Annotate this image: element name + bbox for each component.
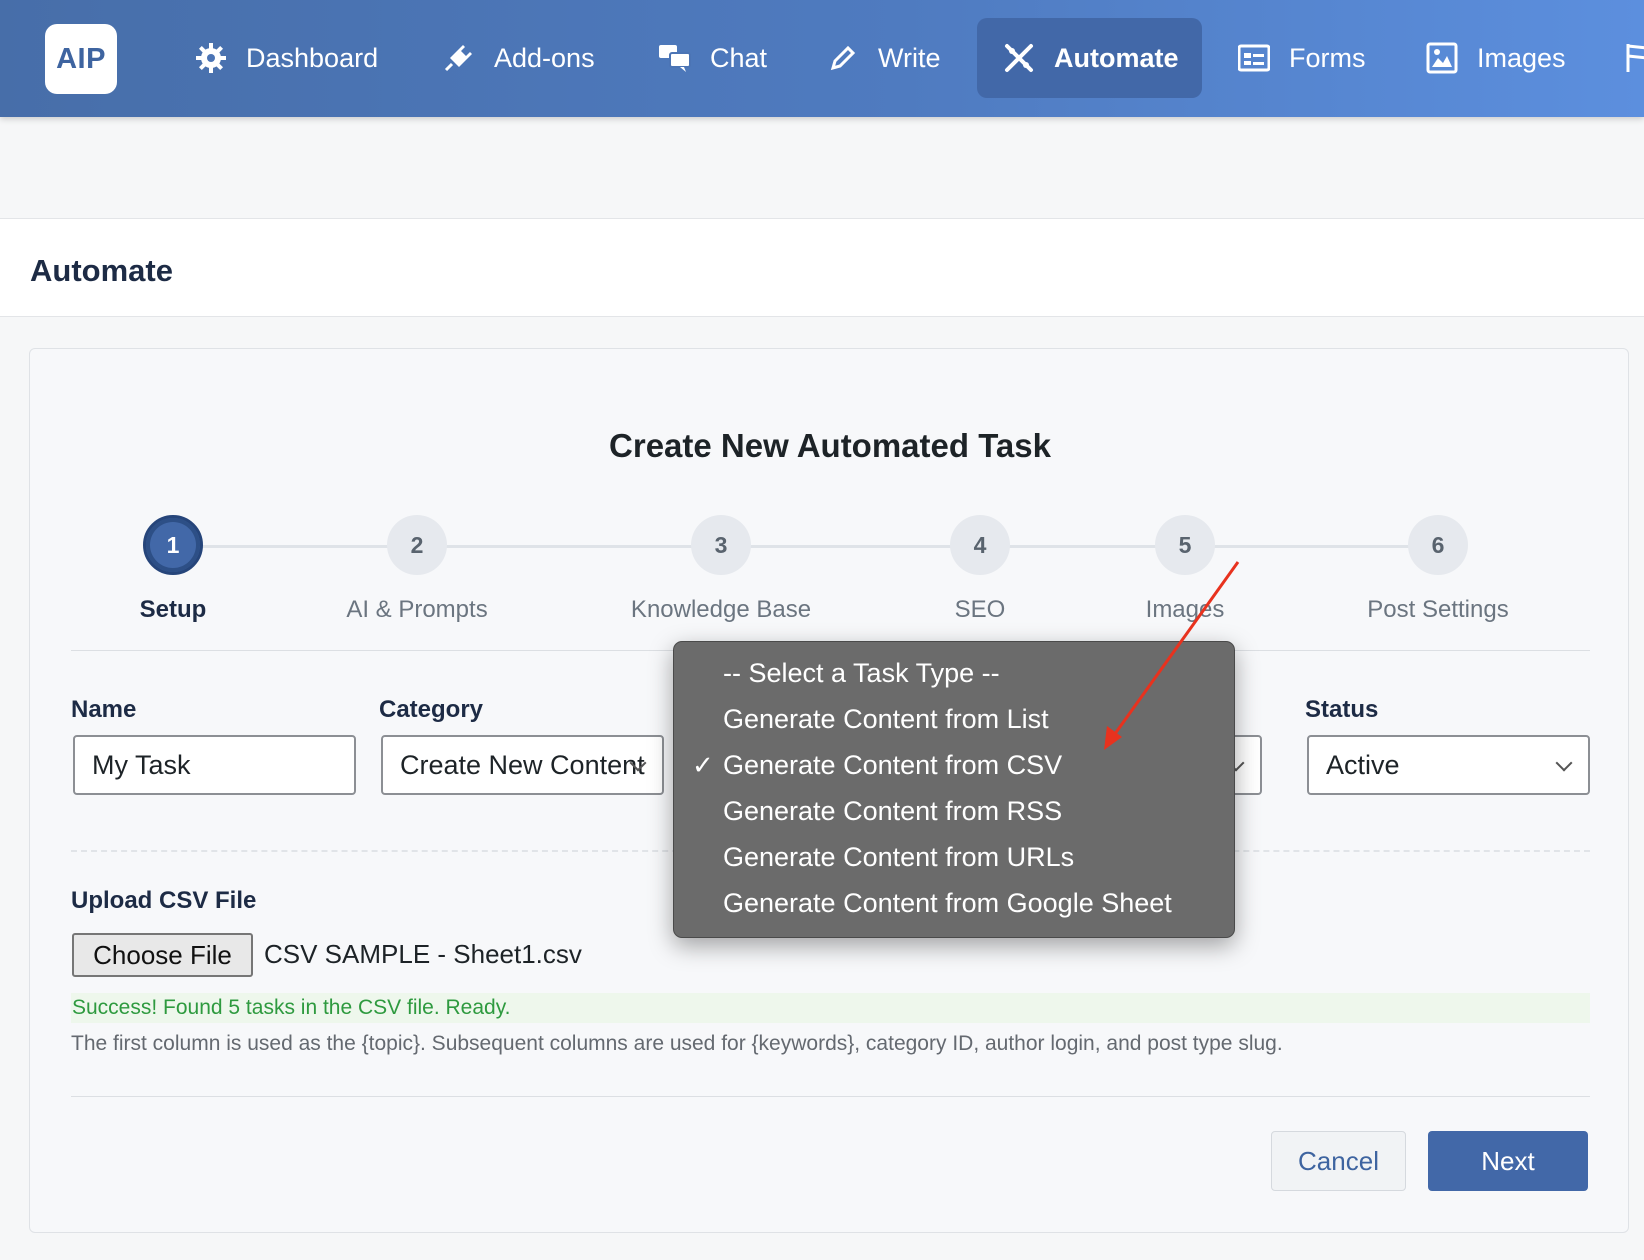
- csv-help-text: The first column is used as the {topic}.…: [71, 1032, 1283, 1055]
- step-6-circle[interactable]: 6: [1408, 515, 1468, 575]
- nav-item-dashboard[interactable]: Dashboard: [194, 18, 378, 98]
- wizard-title: Create New Automated Task: [609, 427, 1051, 464]
- nav-label: Add-ons: [494, 42, 595, 73]
- nav-label: Chat: [710, 42, 768, 73]
- form-icon: [1237, 41, 1271, 75]
- status-value: Active: [1326, 749, 1400, 780]
- nav-label: Write: [878, 42, 941, 73]
- step-1-label: Setup: [139, 596, 207, 623]
- page-header: Automate: [0, 218, 1644, 317]
- nav-item-forms[interactable]: Forms: [1237, 18, 1366, 98]
- step-4-label: SEO: [954, 596, 1006, 623]
- step-5-label: Images: [1145, 596, 1225, 623]
- dropdown-option-rss[interactable]: Generate Content from RSS: [723, 796, 1062, 827]
- nav-item-automate[interactable]: Automate: [977, 18, 1202, 98]
- nav-item-chat[interactable]: Chat: [658, 18, 767, 98]
- cancel-button[interactable]: Cancel: [1271, 1131, 1406, 1191]
- name-input[interactable]: My Task: [73, 735, 356, 795]
- step-6-label: Post Settings: [1367, 596, 1509, 623]
- next-button[interactable]: Next: [1428, 1131, 1588, 1191]
- nav-label: Forms: [1289, 42, 1366, 73]
- dropdown-option-csv[interactable]: Generate Content from CSV: [723, 750, 1062, 781]
- pencil-icon: [826, 41, 860, 75]
- check-icon: ✓: [692, 750, 714, 780]
- task-type-dropdown: -- Select a Task Type -- Generate Conten…: [673, 641, 1235, 938]
- flag-icon: [1620, 41, 1644, 75]
- nav-item-write[interactable]: Write: [826, 18, 941, 98]
- upload-label: Upload CSV File: [71, 887, 257, 914]
- chat-icon: [658, 41, 692, 75]
- page-title: Automate: [30, 253, 173, 288]
- name-label: Name: [71, 696, 137, 723]
- step-2-circle[interactable]: 2: [387, 515, 447, 575]
- dropdown-option-list[interactable]: Generate Content from List: [723, 704, 1049, 735]
- selected-file-name: CSV SAMPLE - Sheet1.csv: [264, 939, 582, 969]
- chevron-down-icon: [1555, 754, 1573, 772]
- top-navigation: AIP Dashboard Add-ons Chat Write Automat…: [0, 0, 1644, 117]
- category-select[interactable]: Create New Content: [381, 735, 664, 795]
- plug-icon: [442, 41, 476, 75]
- step-5-circle[interactable]: 5: [1155, 515, 1215, 575]
- stepper-connector: [750, 545, 975, 548]
- nav-label: Images: [1477, 42, 1566, 73]
- step-3-circle[interactable]: 3: [691, 515, 751, 575]
- dropdown-option-urls[interactable]: Generate Content from URLs: [723, 842, 1074, 873]
- choose-file-button[interactable]: Choose File: [72, 933, 253, 977]
- dropdown-option-placeholder[interactable]: -- Select a Task Type --: [723, 658, 1000, 689]
- nav-item-overflow[interactable]: [1620, 18, 1644, 98]
- automate-icon: [1002, 41, 1036, 75]
- footer-divider: [71, 1096, 1590, 1097]
- nav-label: Automate: [1054, 42, 1179, 73]
- step-4-circle[interactable]: 4: [950, 515, 1010, 575]
- step-3-label: Knowledge Base: [630, 596, 812, 623]
- nav-item-images[interactable]: Images: [1425, 18, 1566, 98]
- nav-item-addons[interactable]: Add-ons: [442, 18, 595, 98]
- stepper-connector: [200, 545, 400, 548]
- category-label: Category: [379, 696, 484, 723]
- category-value: Create New Content: [400, 749, 645, 780]
- stepper-connector: [445, 545, 725, 548]
- step-1-circle[interactable]: 1: [143, 515, 203, 575]
- app-logo[interactable]: AIP: [45, 24, 117, 94]
- image-icon: [1425, 41, 1459, 75]
- status-label: Status: [1305, 696, 1379, 723]
- status-select[interactable]: Active: [1307, 735, 1590, 795]
- success-message: Success! Found 5 tasks in the CSV file. …: [71, 993, 1590, 1023]
- gear-icon: [194, 41, 228, 75]
- nav-label: Dashboard: [246, 42, 379, 73]
- dropdown-option-google-sheet[interactable]: Generate Content from Google Sheet: [723, 888, 1172, 919]
- step-2-label: AI & Prompts: [346, 596, 488, 623]
